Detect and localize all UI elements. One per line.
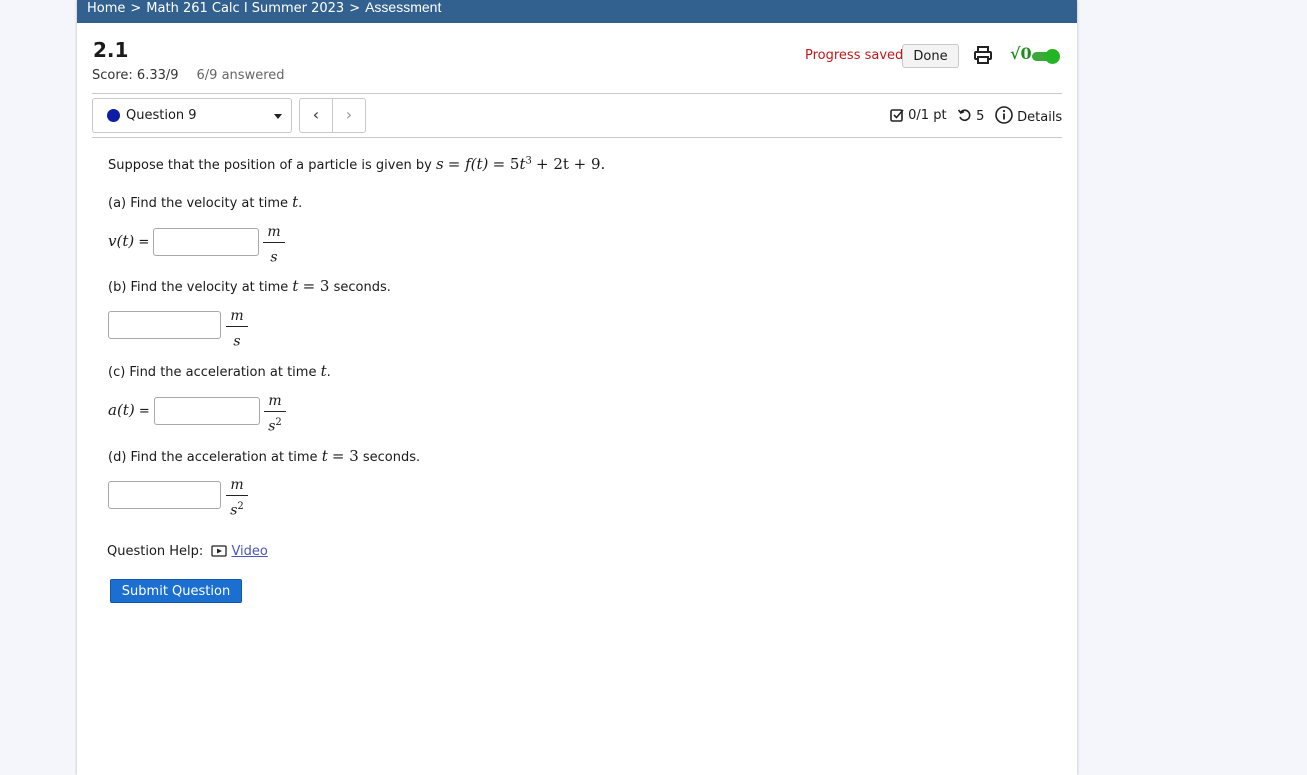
eq-lhs: s [435,155,444,173]
question-select[interactable]: Question 9 [92,98,292,133]
math-entry-icon[interactable]: √0 [1010,44,1032,63]
breadcrumb-home[interactable]: Home [87,1,125,16]
unit-denominator: s2 [268,417,282,435]
breadcrumb-separator: > [130,1,142,16]
assignment-title: 2.1 [93,38,129,62]
velocity-func-label: v(t) [108,232,135,250]
unit-denominator: s2 [230,501,244,519]
breadcrumb-separator: > [349,1,361,16]
intro-text: Suppose that the position of a particle … [108,158,432,173]
score-line: Score: 6.33/9 6/9 answered [92,68,285,83]
unit-numerator: m [230,308,244,324]
toggle-knob [1045,49,1060,64]
question-help: Question Help: Video [107,544,268,559]
next-question-button[interactable]: › [332,98,366,133]
part-d-text: (d) Find the acceleration at time [108,450,318,465]
unit-numerator: m [230,477,244,493]
points-indicator: 0/1 pt [890,108,947,123]
part-c-prompt: (c) Find the acceleration at time t. [108,362,331,380]
question-select-label: Question 9 [126,108,197,123]
part-a-text: (a) Find the velocity at time [108,196,288,211]
divider [92,93,1062,94]
retry-icon [957,109,971,121]
video-icon[interactable] [211,545,228,557]
part-c-answer-input[interactable] [154,397,260,425]
part-b-prompt: (b) Find the velocity at time t = 3 seco… [108,277,391,295]
part-b-answer-input[interactable] [108,311,221,339]
eq-rest: + 2t + 9. [536,155,606,173]
unit-numerator: m [268,393,282,409]
part-c-lhs: a(t) = [108,401,150,419]
score-text: Score: 6.33/9 [92,68,179,83]
part-d-cond: = 3 [331,447,359,465]
acceleration-func-label: a(t) [108,401,135,419]
checkbox-icon [890,109,904,122]
unit-denominator: s [270,249,278,266]
unit-denominator: s [233,333,241,350]
details-label: Details [1017,110,1063,125]
attempts-indicator: 5 [957,108,984,124]
part-b-unit: m s [226,308,248,350]
breadcrumb: Home > Math 261 Calc I Summer 2023 > Assessm… [77,0,1077,23]
part-c-unit: m s2 [264,393,286,435]
equals-sign: = [138,235,150,250]
part-b-var: t [292,277,299,295]
breadcrumb-current: Assessment [365,0,442,15]
print-icon[interactable] [973,45,993,69]
math-entry-toggle[interactable] [1032,49,1060,64]
part-b-cond: = 3 [302,277,330,295]
unit-numerator: m [267,224,281,240]
part-d-unit: m s2 [226,477,248,519]
eq-exp: 3 [525,155,532,167]
video-link[interactable]: Video [231,544,267,559]
part-a-end: . [298,196,303,211]
question-status-dot [107,109,120,122]
part-a-answer-input[interactable] [153,228,259,256]
divider [92,137,1062,138]
submit-question-button[interactable]: Submit Question [110,579,242,603]
part-c-text: (c) Find the acceleration at time [108,365,317,380]
part-a-unit: m s [263,224,285,266]
question-help-label: Question Help: [107,544,204,559]
progress-saved-status: Progress saved [805,48,904,63]
part-a-lhs: v(t) = [108,232,149,250]
breadcrumb-course[interactable]: Math 261 Calc I Summer 2023 [146,1,344,16]
equals-sign: = [138,404,150,419]
question-intro: Suppose that the position of a particle … [108,155,606,173]
part-c-end: . [326,365,331,380]
part-b-end: seconds. [333,280,391,295]
answered-count: 6/9 answered [196,68,285,83]
info-icon [995,106,1013,124]
part-d-answer-input[interactable] [108,481,221,509]
part-d-var: t [321,447,328,465]
points-text: 0/1 pt [908,108,947,123]
part-d-prompt: (d) Find the acceleration at time t = 3 … [108,447,420,465]
attempts-text: 5 [976,109,985,124]
previous-question-button[interactable]: ‹ [299,98,333,133]
done-button[interactable]: Done [902,44,959,68]
part-b-text: (b) Find the velocity at time [108,280,289,295]
part-a-prompt: (a) Find the velocity at time t. [108,193,302,211]
chevron-down-icon [274,114,282,119]
part-d-end: seconds. [362,450,421,465]
assessment-page: Home > Math 261 Calc I Summer 2023 > Assessm… [77,0,1077,775]
details-button[interactable]: Details [995,106,1062,125]
eq-f: f(t) [465,155,489,173]
